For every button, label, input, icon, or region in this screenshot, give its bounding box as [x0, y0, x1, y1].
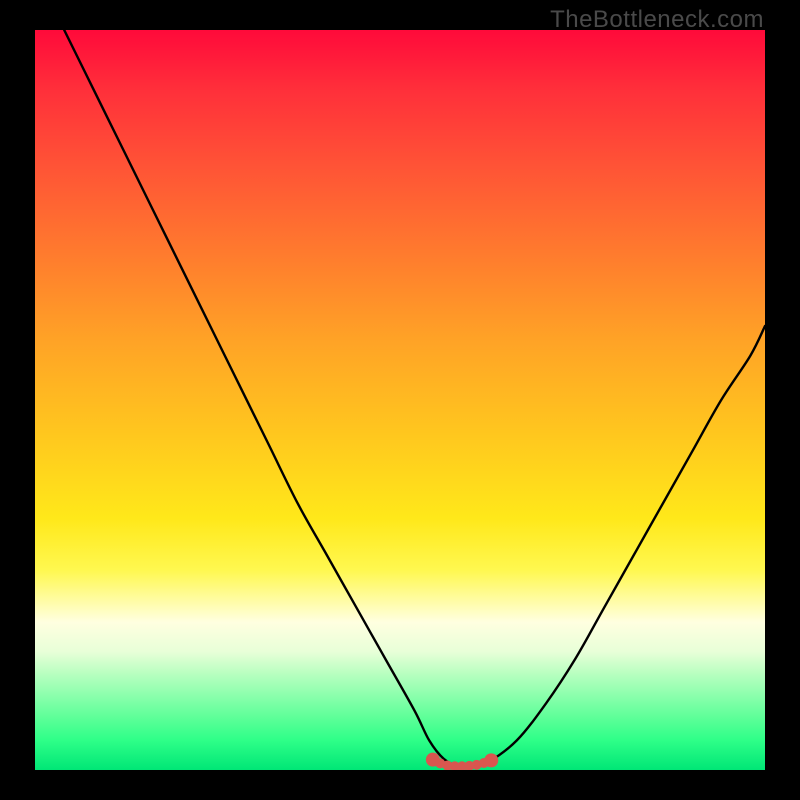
optimal-range-markers	[426, 753, 498, 770]
watermark-text: TheBottleneck.com	[550, 6, 764, 34]
bottleneck-curve-svg	[35, 30, 765, 770]
bottleneck-curve	[64, 30, 765, 767]
chart-frame: TheBottleneck.com	[0, 0, 800, 800]
optimal-marker	[484, 753, 498, 767]
chart-plot-area	[35, 30, 765, 770]
